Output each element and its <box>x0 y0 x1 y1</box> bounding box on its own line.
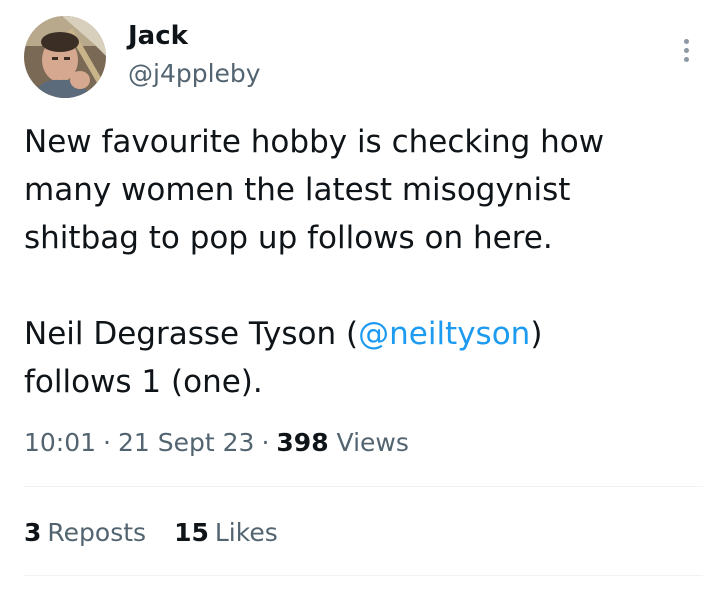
user-avatar[interactable] <box>24 16 106 98</box>
reposts-count: 3 <box>24 518 42 547</box>
likes-stat[interactable]: 15 Likes <box>174 513 278 553</box>
tweet-text: New favourite hobby is checking how many… <box>24 118 704 406</box>
views-count: 398 <box>276 428 329 457</box>
more-dot-icon <box>683 47 689 53</box>
tweet-text-segment: Neil Degrasse Tyson ( <box>24 316 359 352</box>
views-label: Views <box>336 428 409 457</box>
tweet-line: many women the latest misogynist <box>24 172 571 208</box>
tweet-date[interactable]: 21 Sept 23 <box>118 428 254 457</box>
tweet-meta: 10:01 · 21 Sept 23 · 398 Views <box>24 423 409 463</box>
tweet-line: New favourite hobby is checking how <box>24 124 605 160</box>
author-name[interactable]: Jack <box>128 20 188 52</box>
meta-separator: · <box>261 428 270 457</box>
reposts-stat[interactable]: 3 Reposts <box>24 513 146 553</box>
likes-count: 15 <box>174 518 209 547</box>
mention-link[interactable]: @neiltyson <box>358 316 530 352</box>
author-handle[interactable]: @j4ppleby <box>128 58 261 90</box>
divider <box>24 486 703 487</box>
meta-separator: · <box>103 428 111 457</box>
more-dot-icon <box>683 56 689 62</box>
tweet-line: Neil Degrasse Tyson (@neiltyson) <box>24 310 704 358</box>
reposts-label: Reposts <box>47 518 147 547</box>
tweet-time[interactable]: 10:01 <box>24 428 96 457</box>
tweet-line: follows 1 (one). <box>24 364 263 400</box>
likes-label: Likes <box>214 518 278 547</box>
tweet-line: shitbag to pop up follows on here. <box>24 220 553 256</box>
tweet-text-segment: ) <box>530 316 543 352</box>
more-dot-icon <box>683 38 689 44</box>
user-photo-avatar-icon <box>24 16 106 98</box>
more-options-button[interactable] <box>674 34 698 66</box>
divider <box>24 575 703 576</box>
engagement-stats: 3 Reposts 15 Likes <box>24 513 278 553</box>
